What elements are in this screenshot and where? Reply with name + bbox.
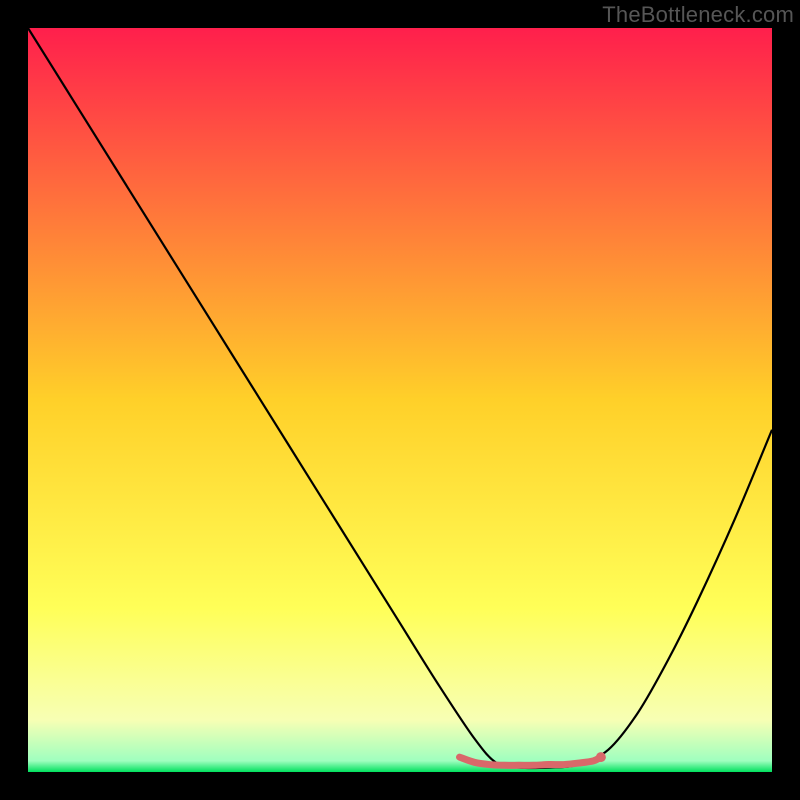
bottleneck-plot bbox=[28, 28, 772, 772]
watermark-text: TheBottleneck.com bbox=[602, 2, 794, 28]
right-endpoint-dot bbox=[596, 752, 606, 762]
chart-frame: TheBottleneck.com bbox=[0, 0, 800, 800]
plot-background bbox=[28, 28, 772, 772]
